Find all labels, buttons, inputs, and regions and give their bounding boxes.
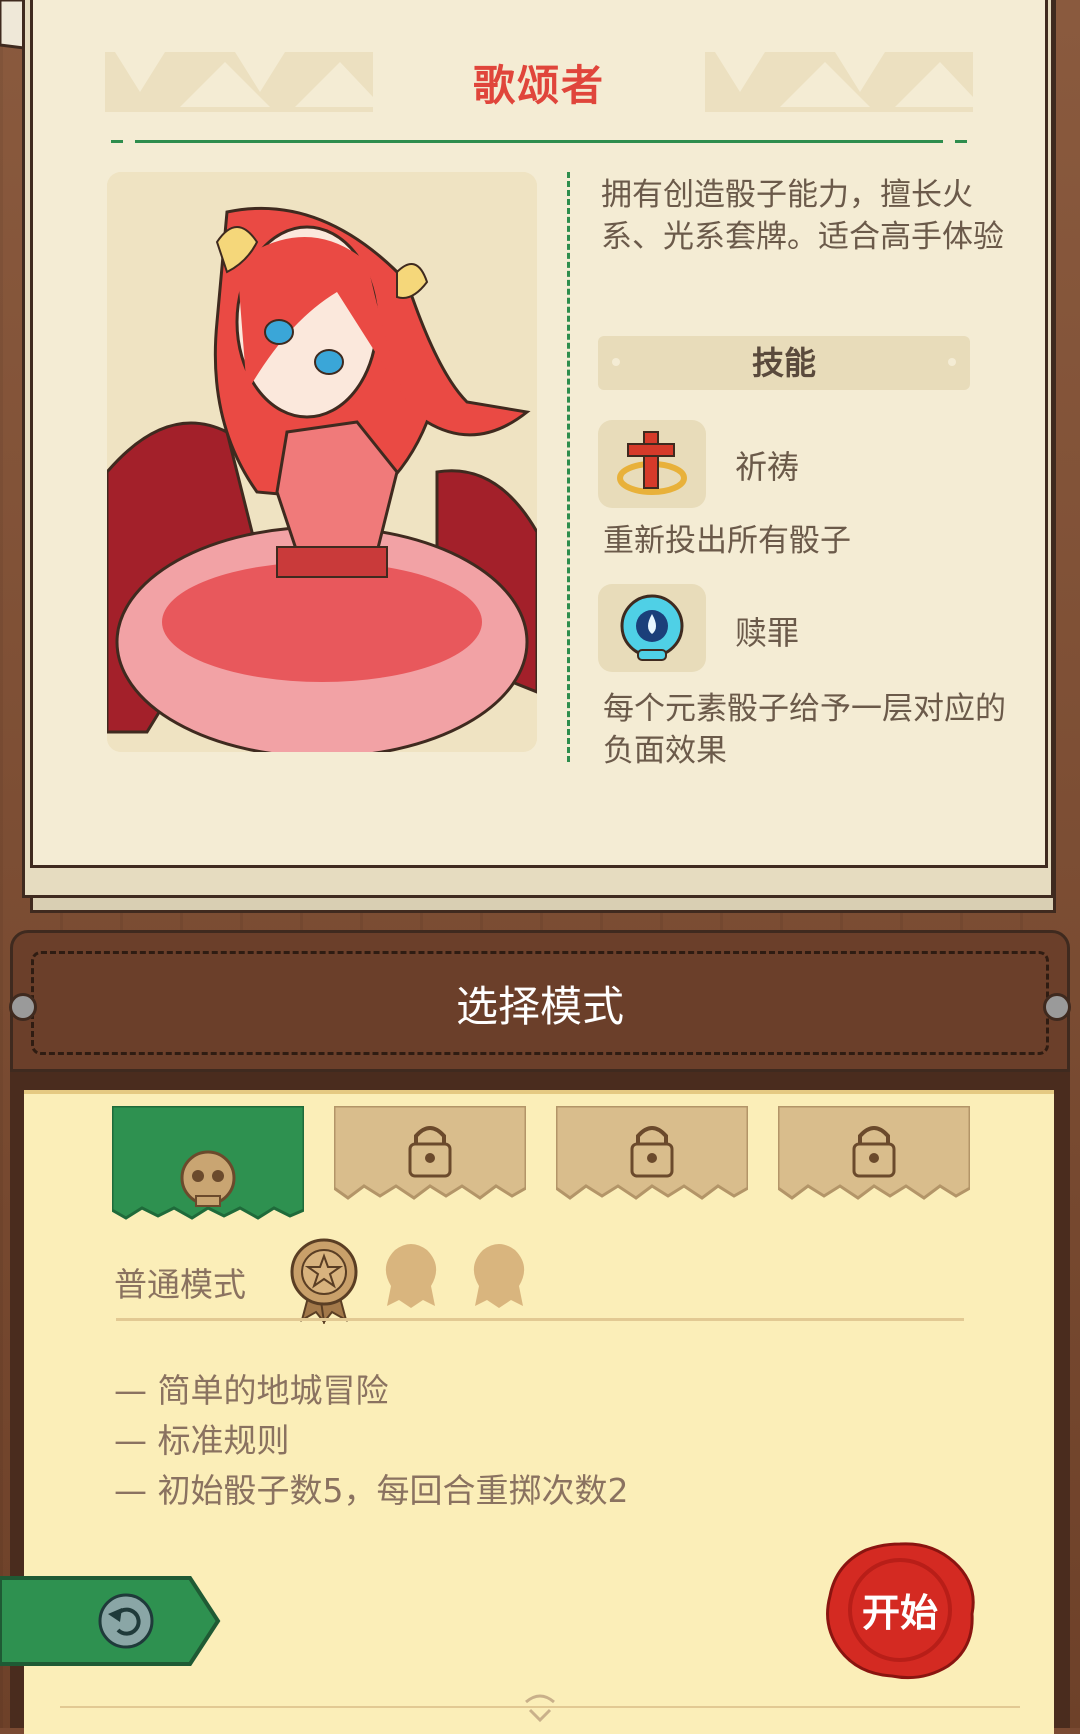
medal-earned-icon — [288, 1236, 360, 1325]
rivet-left — [9, 993, 37, 1021]
mode-select-banner: 选择模式 — [9, 930, 1071, 1072]
start-button[interactable]: 开始 — [822, 1540, 978, 1680]
character-name: 歌颂者 — [472, 61, 605, 110]
rule-item: 简单的地城冒险 — [114, 1366, 629, 1416]
title-divider — [111, 140, 967, 143]
character-portrait — [107, 172, 537, 752]
skill-description: 重新投出所有骰子 — [603, 523, 851, 559]
medal-empty-icon — [463, 1236, 535, 1324]
mode-tab-locked[interactable] — [332, 1104, 528, 1224]
rivet-right — [1043, 993, 1071, 1021]
skills-header: 技能 — [598, 336, 970, 390]
vertical-divider — [567, 172, 570, 762]
water-skull-icon[interactable] — [598, 584, 706, 672]
rule-item: 标准规则 — [114, 1416, 629, 1466]
medal-empty-icon — [375, 1236, 447, 1324]
back-button[interactable] — [0, 1574, 222, 1668]
rule-item: 初始骰子数5，每回合重掷次数2 — [114, 1466, 629, 1516]
mode-divider — [116, 1318, 964, 1321]
skull-icon — [180, 1150, 236, 1207]
mode-tab-locked[interactable] — [554, 1104, 750, 1224]
mode-rules-list: 简单的地城冒险 标准规则 初始骰子数5，每回合重掷次数2 — [114, 1366, 629, 1516]
mode-select-title: 选择模式 — [455, 982, 624, 1031]
cross-icon[interactable] — [598, 420, 706, 508]
start-label: 开始 — [861, 1591, 938, 1635]
back-arrow-icon — [98, 1593, 154, 1649]
skill-description: 每个元素骰子给予一层对应的负面效果 — [603, 691, 1006, 769]
mode-name: 普通模式 — [114, 1265, 246, 1304]
eye-ornament-icon — [525, 1694, 555, 1723]
skill-name: 祈祷 — [735, 448, 800, 486]
mode-tab-locked[interactable] — [776, 1104, 972, 1224]
mode-tab-normal[interactable] — [110, 1104, 306, 1224]
character-description: 拥有创造骰子能力，擅长火系、光系套牌。适合高手体验 — [601, 177, 1004, 255]
skill-name: 赎罪 — [735, 614, 800, 652]
character-card: 歌颂者 拥有创造骰子能力，擅长火系、光系套牌。适合高手体验 技能 祈祷 重新投出… — [30, 0, 1048, 868]
